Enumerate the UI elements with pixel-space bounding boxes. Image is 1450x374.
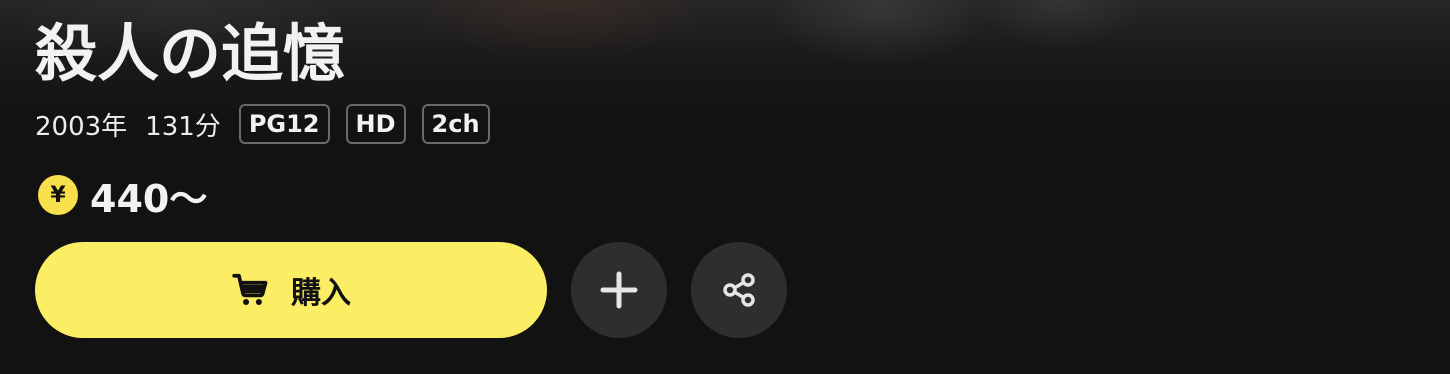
purchase-button[interactable]: 購入 <box>35 242 547 338</box>
add-to-list-button[interactable] <box>571 242 667 338</box>
audio-badge: 2ch <box>421 104 490 144</box>
release-year: 2003年 <box>35 111 128 142</box>
quality-badge: HD <box>345 104 406 144</box>
purchase-label: 購入 <box>291 276 351 311</box>
plus-icon <box>600 271 638 309</box>
cart-icon <box>232 273 268 306</box>
page-title: 殺人の追憶 <box>35 17 346 90</box>
yen-coin-icon: ¥ <box>38 175 78 215</box>
share-icon <box>723 273 755 307</box>
meta-row: 2003年 131分 PG12 HD 2ch <box>35 102 506 146</box>
title-detail-panel: 殺人の追憶 2003年 131分 PG12 HD 2ch ¥ 440〜 購入 <box>0 0 1450 374</box>
runtime: 131分 <box>145 111 221 142</box>
rating-badge: PG12 <box>238 104 330 144</box>
share-button[interactable] <box>691 242 787 338</box>
price-amount: 440〜 <box>90 176 208 221</box>
price-row: ¥ 440〜 <box>38 175 207 221</box>
